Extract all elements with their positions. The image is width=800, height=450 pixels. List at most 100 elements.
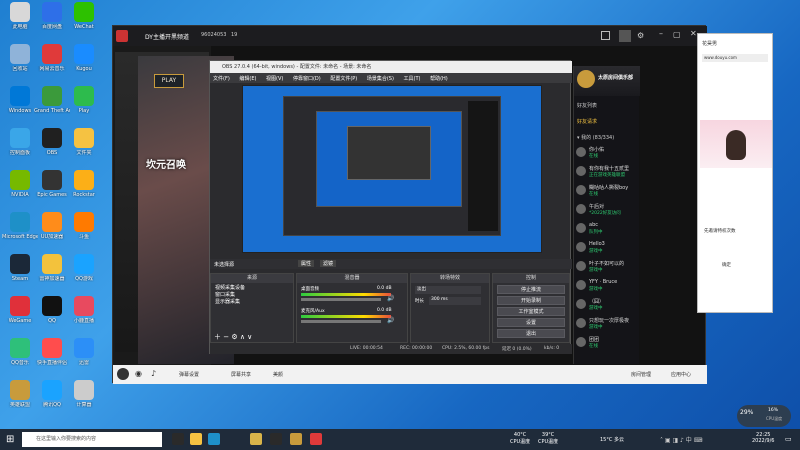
desktop-icon[interactable]: QQ bbox=[34, 296, 70, 336]
desktop-icon[interactable]: 雷神加速器 bbox=[34, 254, 70, 294]
obs-props-button[interactable]: 属性 bbox=[298, 260, 315, 267]
obs-menu-5[interactable]: 场景集合(S) bbox=[367, 76, 394, 82]
studio-mode-button[interactable]: 工作室模式 bbox=[497, 307, 565, 316]
clock[interactable]: 22:25 2022/9/6 bbox=[752, 432, 774, 444]
desktop-icon[interactable]: WeGame bbox=[2, 296, 38, 336]
desktop-icon[interactable]: 控制面板 bbox=[2, 128, 38, 168]
desktop-icon[interactable]: 计算器 bbox=[66, 380, 102, 420]
bottom-item-1[interactable]: 屏幕共享 bbox=[231, 371, 251, 378]
friend-item[interactable]: 你小佑 在线 bbox=[576, 146, 638, 164]
close-icon[interactable]: ✕ bbox=[690, 29, 697, 38]
duration-input[interactable]: 300 ms bbox=[429, 297, 481, 305]
play-button[interactable]: PLAY bbox=[154, 74, 184, 88]
friend-item[interactable]: YFY · Bruce 游戏中 bbox=[576, 279, 638, 297]
screen-icon[interactable] bbox=[601, 31, 610, 40]
start-icon[interactable]: ⊞ bbox=[6, 434, 14, 445]
speaker-icon[interactable]: 🔊 bbox=[387, 317, 394, 324]
desktop-icon[interactable]: Play bbox=[66, 86, 102, 126]
friend-item[interactable]: 有你有我十五贰里 正在游戏英雄联盟 bbox=[576, 165, 638, 183]
friend-item[interactable]: 只想玩一次厚极夜 游戏中 bbox=[576, 317, 638, 335]
desktop-icon[interactable]: 斗鱼 bbox=[66, 212, 102, 252]
file-explorer-icon[interactable] bbox=[190, 433, 202, 445]
minimize-icon[interactable]: – bbox=[659, 29, 663, 38]
friend-item[interactable]: 糊咕咕人撕裂boy 在线 bbox=[576, 184, 638, 202]
obs-menu-2[interactable]: 视图(V) bbox=[266, 76, 283, 82]
speaker-icon[interactable]: 🔊 bbox=[387, 295, 394, 302]
app-icon[interactable] bbox=[250, 433, 262, 445]
notification-icon[interactable]: ▭ bbox=[785, 435, 792, 443]
obs-menu-3[interactable]: 停靠窗口(D) bbox=[293, 76, 321, 82]
friend-item[interactable]: 午后对 *2022好友访问 bbox=[576, 203, 638, 221]
camera-icon[interactable]: ◉ bbox=[135, 369, 142, 378]
weather[interactable]: 15°C 多云 bbox=[600, 436, 624, 443]
online-group[interactable]: ▾ 我的 (83/334) bbox=[577, 134, 614, 141]
tray-icons[interactable]: ˄ ▣ ◨ ♪ 中 ⌨ bbox=[660, 435, 702, 444]
friend-item[interactable]: 叶子不如可以的 游戏中 bbox=[576, 260, 638, 278]
desktop-icon[interactable]: Grand Theft Auto V bbox=[34, 86, 70, 126]
bottom-item-0[interactable]: 弹幕设置 bbox=[179, 371, 199, 378]
obs-menu-7[interactable]: 帮助(H) bbox=[430, 76, 448, 82]
desktop-icon[interactable]: NVIDIA bbox=[2, 170, 38, 210]
desktop-icon[interactable]: QQ游戏 bbox=[66, 254, 102, 294]
volume-slider[interactable] bbox=[301, 320, 381, 323]
desktop-icon[interactable]: OBS bbox=[34, 128, 70, 168]
desktop-icon[interactable]: Kugou bbox=[66, 44, 102, 84]
desktop-icon[interactable]: Epic Games bbox=[34, 170, 70, 210]
room-manage-link[interactable]: 房间管理 bbox=[631, 371, 651, 378]
desktop-icon-label: Steam bbox=[11, 276, 29, 282]
exit-button[interactable]: 退出 bbox=[497, 329, 565, 338]
transition-select[interactable]: 淡出 bbox=[415, 286, 481, 294]
source-item[interactable]: 显示器采集 bbox=[215, 299, 289, 306]
friend-item[interactable]: abc 队列中 bbox=[576, 222, 638, 240]
desktop-icon[interactable]: Steam bbox=[2, 254, 38, 294]
source-item[interactable]: 视频采集设备 bbox=[215, 285, 289, 292]
task-view-icon[interactable] bbox=[172, 433, 184, 445]
add-source-icon[interactable]: ＋ − ⚙ ∧ ∨ bbox=[214, 332, 252, 342]
edge-icon[interactable] bbox=[208, 433, 220, 445]
start-recording-button[interactable]: 开始录制 bbox=[497, 296, 565, 305]
desktop-icon[interactable]: 此电脑 bbox=[2, 2, 38, 42]
obs-menu-6[interactable]: 工具(T) bbox=[404, 76, 421, 82]
maximize-icon[interactable]: ▢ bbox=[673, 30, 681, 39]
desktop-icon[interactable]: 百度网盘 bbox=[34, 2, 70, 42]
confirm-text[interactable]: 确定 bbox=[722, 262, 731, 268]
stop-streaming-button[interactable]: 停止推流 bbox=[497, 285, 565, 294]
home-icon[interactable] bbox=[619, 30, 631, 42]
desktop-icon[interactable]: 英雄联盟 bbox=[2, 380, 38, 420]
desktop-icon[interactable]: WeChat bbox=[66, 2, 102, 42]
desktop-icon[interactable]: Rockstar bbox=[66, 170, 102, 210]
friends-tab[interactable]: 好友列表 bbox=[577, 102, 597, 109]
douyu-url[interactable]: www.douyu.com bbox=[702, 54, 768, 62]
desktop-icon[interactable]: Microsoft Edge bbox=[2, 212, 38, 252]
desktop-icon[interactable]: 迅雷 bbox=[66, 338, 102, 378]
mic-icon[interactable]: ♪ bbox=[151, 369, 156, 378]
friend-requests[interactable]: 好友请求 bbox=[577, 118, 597, 125]
obs-menu-1[interactable]: 编辑(E) bbox=[239, 76, 256, 82]
desktop-icon[interactable]: 网易云音乐 bbox=[34, 44, 70, 84]
desktop-icon[interactable]: 回收站 bbox=[2, 44, 38, 84]
app-center-link[interactable]: 应用中心 bbox=[671, 371, 691, 378]
desktop-icon[interactable]: Windows bbox=[2, 86, 38, 126]
league-icon[interactable] bbox=[290, 433, 302, 445]
volume-slider[interactable] bbox=[301, 298, 381, 301]
douyu-icon[interactable] bbox=[310, 433, 322, 445]
source-item[interactable]: 窗口采集 bbox=[215, 292, 289, 299]
desktop-icon[interactable]: 腾讯QQ bbox=[34, 380, 70, 420]
obs-menu-0[interactable]: 文件(F) bbox=[213, 76, 230, 82]
obs-taskbar-icon[interactable] bbox=[270, 433, 282, 445]
friend-item[interactable]: 团团 在线 bbox=[576, 336, 638, 354]
desktop-icon[interactable]: 快手直播伴侣 bbox=[34, 338, 70, 378]
desktop-icon[interactable]: QQ音乐 bbox=[2, 338, 38, 378]
settings-button[interactable]: 设置 bbox=[497, 318, 565, 327]
bottom-item-2[interactable]: 美颜 bbox=[273, 371, 283, 378]
desktop-icon[interactable]: 文件夹 bbox=[66, 128, 102, 168]
search-input[interactable]: 在这里输入你要搜索的内容 bbox=[22, 432, 162, 447]
obs-menu-4[interactable]: 配置文件(P) bbox=[330, 76, 357, 82]
desktop-icon[interactable]: 小鹿直播 bbox=[66, 296, 102, 336]
avatar[interactable] bbox=[117, 368, 129, 380]
settings-icon[interactable]: ⚙ bbox=[637, 31, 644, 40]
friend-item[interactable]: （囧） 游戏中 bbox=[576, 298, 638, 316]
obs-filters-button[interactable]: 滤镜 bbox=[320, 260, 337, 267]
friend-item[interactable]: Hello3 游戏中 bbox=[576, 241, 638, 259]
desktop-icon[interactable]: UU加速器 bbox=[34, 212, 70, 252]
